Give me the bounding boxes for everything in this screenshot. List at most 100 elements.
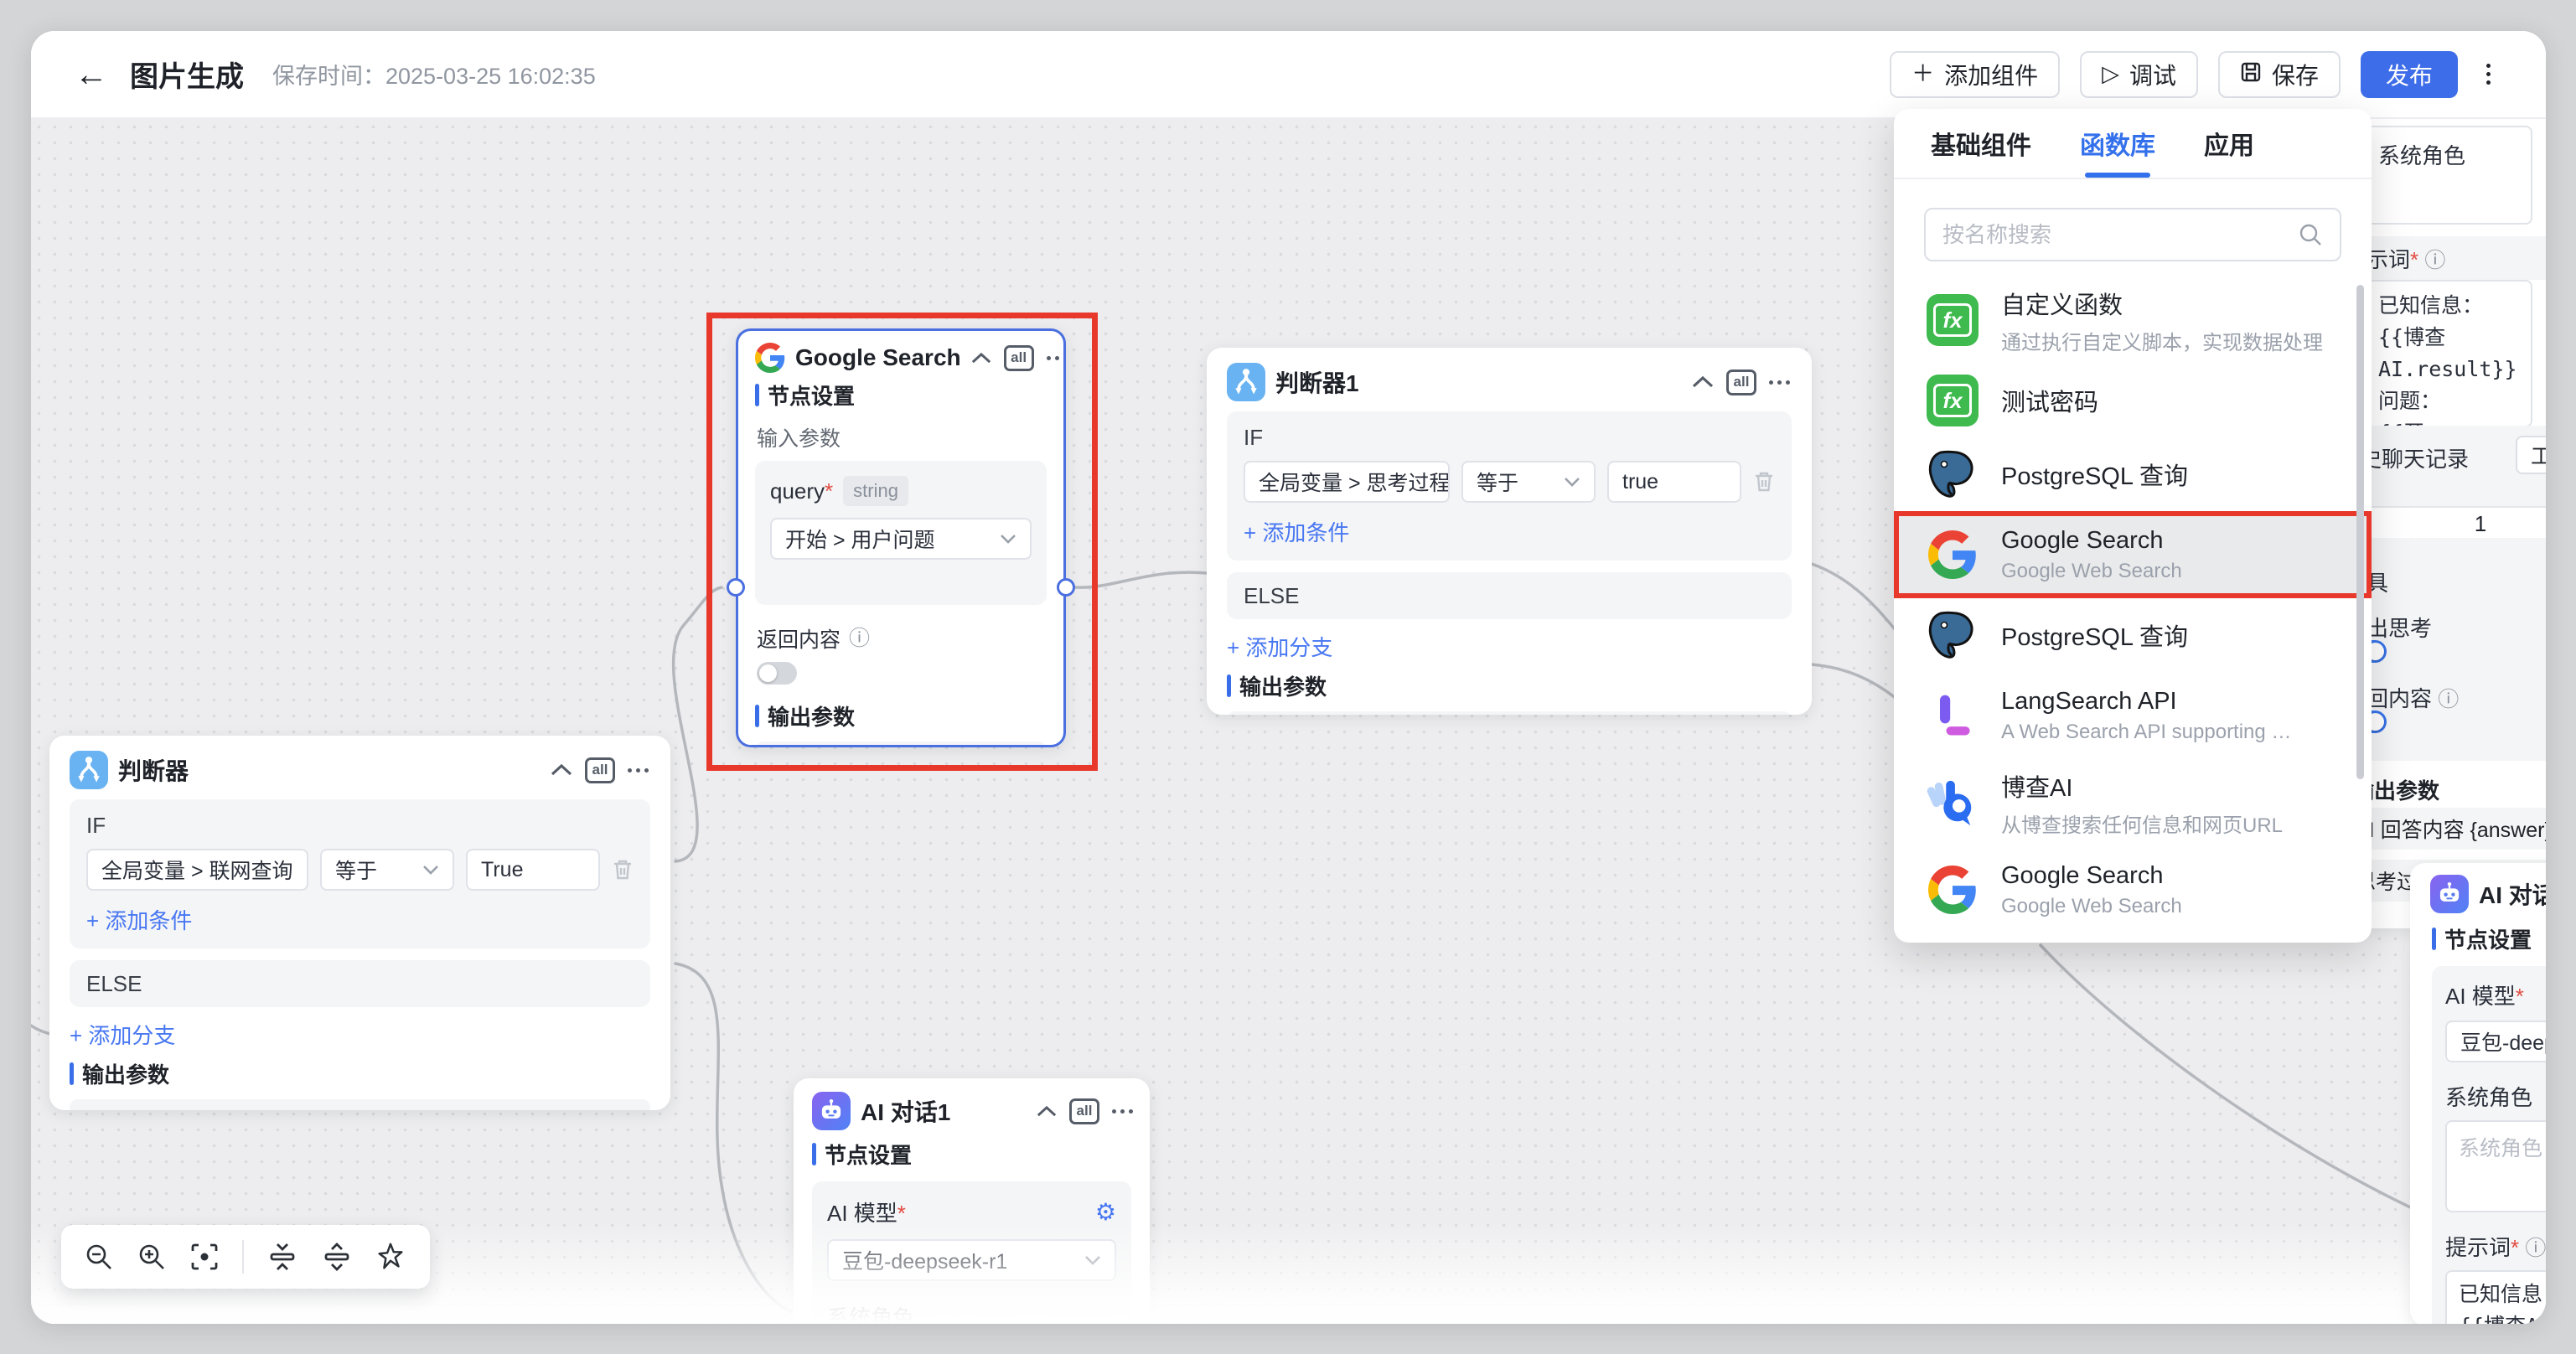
align-compress-icon[interactable] — [266, 1242, 298, 1272]
search-input[interactable] — [1942, 222, 2286, 248]
condition-value-input[interactable] — [466, 849, 600, 891]
list-item-custom-function[interactable]: fx 自定义函数通过执行自定义脚本，实现数据处理 — [1894, 276, 2372, 364]
list-item-test-password[interactable]: fx 测试密码 — [1894, 364, 2372, 437]
system-role-textarea[interactable]: 系统角色 — [2360, 126, 2532, 225]
branch-node-icon — [70, 751, 108, 789]
branch-name-output: 分支名称 {branch_name} — [70, 1099, 650, 1110]
align-expand-icon[interactable] — [321, 1242, 353, 1272]
param-type-tag: string — [843, 476, 908, 506]
node-more-icon[interactable] — [1047, 356, 1066, 360]
add-component-button[interactable]: ＋ 添加组件 — [1890, 51, 2060, 98]
tab-function-library[interactable]: 函数库 — [2080, 109, 2155, 178]
toolbar-divider — [242, 1240, 244, 1274]
add-condition-link[interactable]: + 添加条件 — [1244, 516, 1775, 547]
node-ai-chat2[interactable]: AI 对话2 节点设置 AI 模型* 豆包-deep 系统角色 系统角色 提示词… — [2410, 863, 2546, 1324]
more-menu-icon[interactable] — [2478, 64, 2499, 85]
fx-icon: fx — [1926, 293, 1979, 347]
node-more-icon[interactable] — [628, 768, 649, 773]
node-settings-label: 节点设置 — [2432, 923, 2546, 954]
param-value-select[interactable]: 开始 > 用户问题 — [770, 518, 1032, 560]
google-node-icon — [755, 343, 785, 373]
node-judge1[interactable]: 判断器1 all IF 全局变量 > 思考过程 等于 — [1207, 348, 1812, 715]
run-history-icon[interactable]: all — [1004, 345, 1034, 371]
run-history-icon[interactable]: all — [1726, 370, 1756, 395]
model-select[interactable]: 豆包-deep — [2445, 1021, 2546, 1062]
condition-op-select[interactable]: 等于 — [1461, 461, 1596, 503]
tab-applications[interactable]: 应用 — [2204, 109, 2254, 178]
list-item-google-search[interactable]: Google SearchGoogle Web Search — [1894, 846, 2372, 933]
condition-value-input[interactable] — [1607, 461, 1741, 503]
add-branch-link[interactable]: + 添加分支 — [70, 1019, 670, 1050]
google-icon — [1926, 863, 1979, 917]
prompt-textarea[interactable]: 已知信息： {{博查AI.result}} 问题： {{开始.question}… — [2360, 280, 2532, 427]
node-settings-label: 节点设置 — [812, 1139, 1150, 1170]
fit-view-icon[interactable] — [189, 1242, 220, 1272]
add-branch-link[interactable]: + 添加分支 — [1227, 631, 1812, 662]
tools-button[interactable]: 工具 — [2516, 436, 2546, 474]
postgresql-icon — [1926, 447, 1979, 501]
component-library-panel: 基础组件 函数库 应用 fx 自定义函数通过执行自定义脚本，实现数据处理 fx … — [1894, 109, 2372, 943]
list-item-postgresql[interactable]: PostgreSQL 查询 — [1894, 437, 2372, 511]
collapse-icon[interactable] — [971, 353, 991, 364]
save-button[interactable]: 保存 — [2218, 51, 2341, 98]
edge-judge-if-to-google — [674, 587, 722, 861]
list-item-langsearch[interactable]: LangSearch APIA Web Search API supportin… — [1894, 672, 2372, 759]
back-icon[interactable]: ← — [75, 58, 108, 91]
node-judge[interactable]: 判断器 all IF 全局变量 > 联网查询 等于 — [49, 736, 670, 1110]
output-params-label: 输出参数 — [70, 1058, 670, 1089]
node-more-icon[interactable] — [1112, 1109, 1133, 1114]
model-select[interactable]: 豆包-deepseek-r1 — [827, 1239, 1116, 1281]
debug-button[interactable]: ▷ 调试 — [2080, 51, 2198, 98]
return-content-label: 返回内容ⓘ — [757, 623, 1063, 654]
library-scrollbar[interactable] — [2356, 285, 2364, 779]
condition-op-select[interactable]: 等于 — [320, 849, 454, 891]
play-icon: ▷ — [2102, 63, 2119, 85]
edge-judge-else-to-ai1 — [675, 964, 792, 1312]
tab-basic-components[interactable]: 基础组件 — [1931, 109, 2031, 178]
list-item-postgresql[interactable]: PostgreSQL 查询 — [1894, 598, 2372, 672]
trash-icon[interactable] — [612, 858, 634, 881]
condition-left-select[interactable]: 全局变量 > 联网查询 — [86, 849, 308, 891]
system-role-textarea[interactable]: 系统角色 — [2445, 1120, 2546, 1212]
branch-name-output: 分支名称 {branch_name} — [1227, 711, 1792, 715]
postgresql-icon — [1926, 608, 1979, 662]
add-condition-link[interactable]: + 添加条件 — [86, 904, 634, 935]
langsearch-icon — [1926, 689, 1979, 742]
branch-node-icon — [1227, 363, 1265, 401]
if-label: IF — [86, 813, 634, 839]
run-history-icon[interactable]: all — [585, 757, 615, 783]
node-ai-chat1[interactable]: AI 对话1 all 节点设置 AI 模型* ⚙ 豆包-dee — [794, 1078, 1150, 1324]
if-label: IF — [1244, 425, 1775, 451]
condition-left-select[interactable]: 全局变量 > 思考过程 — [1244, 461, 1450, 503]
output-port[interactable] — [1057, 578, 1075, 597]
system-role-label: 系统角色 — [2445, 1081, 2546, 1112]
google-icon — [1926, 528, 1979, 581]
zoom-out-icon[interactable] — [84, 1242, 114, 1272]
node-title: AI 对话2 — [2479, 877, 2546, 911]
node-google-search[interactable]: Google Search all 节点设置 输入参数 query* strin… — [736, 328, 1066, 747]
node-more-icon[interactable] — [1769, 380, 1790, 385]
node-title: AI 对话1 — [861, 1094, 1027, 1128]
prompt-textarea[interactable]: 已知信息： {{博查AI 问题： {{开始 — [2445, 1270, 2546, 1324]
node-title: 判断器1 — [1275, 365, 1682, 399]
collapse-icon[interactable] — [1037, 1106, 1057, 1117]
node-title: Google Search — [795, 344, 961, 371]
publish-button[interactable]: 发布 — [2361, 51, 2458, 98]
beautify-icon[interactable] — [375, 1241, 406, 1273]
model-label: AI 模型* — [827, 1196, 906, 1227]
list-item-google-search[interactable]: Google SearchGoogle Web Search — [1894, 511, 2372, 598]
list-item-bocha-ai[interactable]: 博查AI从博查搜索任何信息和网页URL — [1894, 759, 2372, 846]
collapse-icon[interactable] — [551, 764, 572, 776]
input-port[interactable] — [727, 578, 745, 597]
app-window: ← 图片生成 保存时间：2025-03-25 16:02:35 ＋ 添加组件 ▷… — [31, 31, 2546, 1324]
trash-icon[interactable] — [1753, 470, 1775, 494]
plus-icon: ＋ — [1911, 63, 1934, 85]
run-history-icon[interactable]: all — [1069, 1098, 1099, 1124]
gear-icon[interactable]: ⚙ — [1095, 1201, 1116, 1224]
collapse-icon[interactable] — [1692, 376, 1714, 388]
result-output: 结果 {result} — [755, 742, 1047, 747]
return-content-toggle[interactable] — [757, 662, 797, 685]
zoom-in-icon[interactable] — [137, 1242, 167, 1272]
system-role-label: 系统角色 — [827, 1301, 1116, 1324]
else-branch: ELSE — [70, 960, 650, 1007]
